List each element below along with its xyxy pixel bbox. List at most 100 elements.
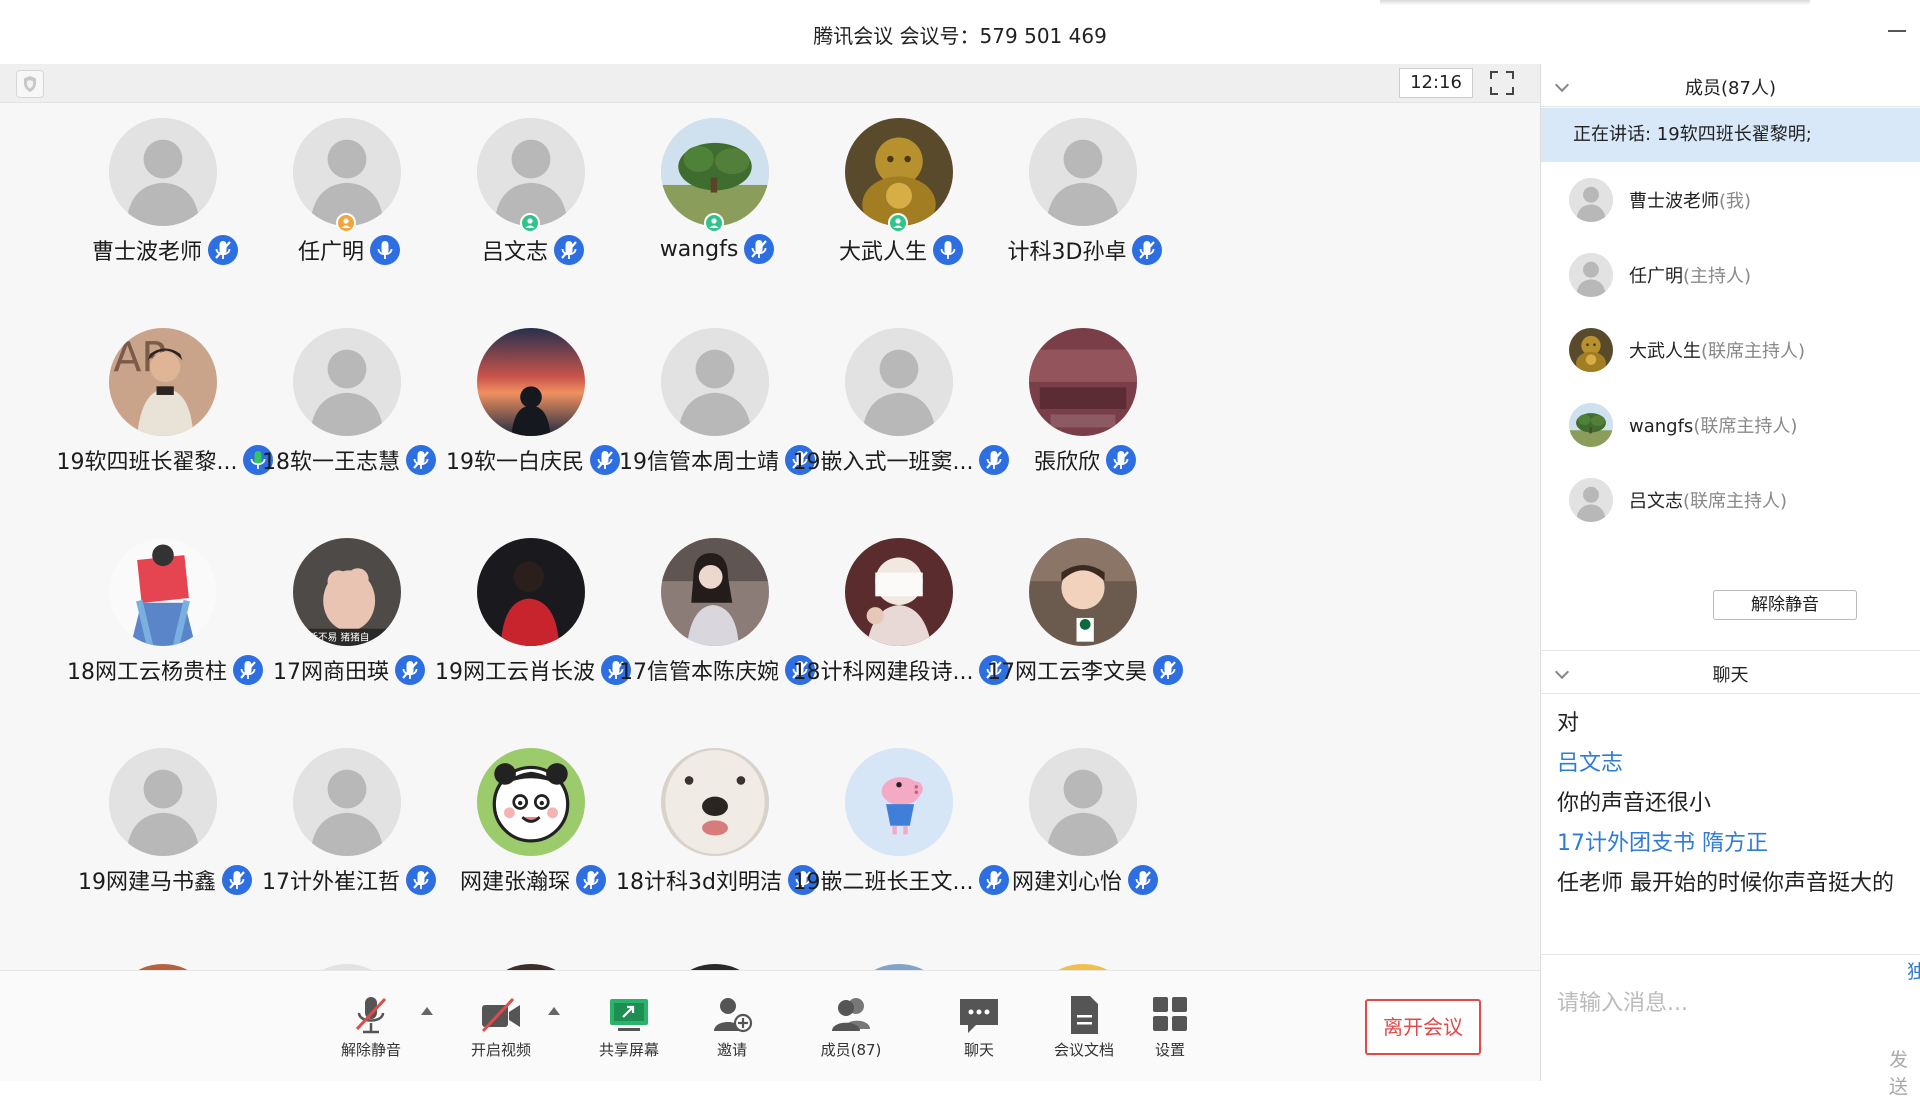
chat-label: 聊天: [963, 1041, 994, 1059]
participant-tile[interactable]: 張欣欣: [972, 312, 1198, 512]
audio-options-caret[interactable]: [421, 1007, 433, 1015]
avatar: [1569, 478, 1613, 522]
avatar: [845, 538, 953, 646]
participant-name: 18网工云杨贵柱: [67, 660, 227, 685]
invite-button[interactable]: 邀请: [687, 993, 777, 1063]
window-titlebar: 腾讯会议 会议号：579 501 469: [0, 0, 1920, 65]
mic-muted-icon: [1128, 865, 1158, 895]
member-name: 吕文志(联席主持人): [1629, 487, 1787, 513]
participant-name: 19嵌入式一班窦...: [792, 450, 974, 475]
cohost-badge-icon: [520, 213, 540, 233]
member-list-item[interactable]: wangfs(联席主持人): [1541, 387, 1920, 462]
participant-name-row: 17网工云李文昊: [972, 654, 1198, 686]
svg-text:活不易 猪猪自: 活不易 猪猪自: [308, 631, 369, 644]
start-video-label: 开启视频: [470, 1041, 531, 1059]
send-button[interactable]: 发送: [1889, 1045, 1920, 1099]
chat-input-placeholder[interactable]: 请输入消息...: [1557, 985, 1688, 1017]
participant-name: 19软四班长翟黎...: [56, 450, 238, 475]
avatar: AR: [109, 328, 217, 436]
participant-name: 网建张瀚琛: [459, 870, 570, 895]
fullscreen-icon[interactable]: [1488, 69, 1516, 97]
chat-icon: [960, 999, 998, 1033]
mic-muted-icon: [1132, 235, 1163, 265]
mic-muted-icon: [208, 235, 238, 265]
member-list-item[interactable]: 吕文志(联席主持人): [1541, 462, 1920, 537]
avatar: [477, 538, 585, 646]
meeting-toolbar: 解除静音 开启视频 共享屏幕 邀请 成员(87) 聊天 会议文档 设置 离开会议: [0, 970, 1541, 1081]
unmute-all-button[interactable]: 解除静音: [1713, 590, 1857, 620]
participant-name: 18软一王志慧: [262, 450, 400, 475]
member-name: 曹士波老师(我): [1629, 187, 1751, 213]
member-role: (我): [1719, 191, 1752, 212]
avatar: [293, 748, 401, 856]
avatar: [845, 328, 953, 436]
leave-meeting-button[interactable]: 离开会议: [1365, 999, 1481, 1055]
member-role: (主持人): [1683, 266, 1752, 287]
avatar: [845, 748, 953, 856]
avatar: [1569, 178, 1613, 222]
participant-name: 大武人生: [838, 240, 927, 265]
avatar: [109, 538, 217, 646]
members-title: 成员(87人): [1685, 78, 1776, 99]
avatar: [661, 538, 769, 646]
security-shield-icon[interactable]: [16, 70, 44, 98]
avatar: [1569, 253, 1613, 297]
host-badge-icon: [336, 213, 356, 233]
mic-muted-icon: [744, 234, 775, 264]
participant-name: 网建刘心怡: [1011, 870, 1122, 895]
share-screen-icon: [610, 999, 648, 1031]
avatar: [845, 118, 953, 226]
member-name: 任广明(主持人): [1629, 262, 1751, 288]
participant-name: 19信管本周士靖: [619, 450, 779, 475]
start-video-button[interactable]: 开启视频: [456, 993, 546, 1063]
cohost-badge-icon: [888, 213, 908, 233]
avatar: [477, 328, 585, 436]
avatar: [661, 748, 769, 856]
chat-message: 任老师 最开始的时候你声音挺大的: [1557, 871, 1894, 896]
chat-corner-label[interactable]: 独: [1907, 957, 1920, 984]
members-button[interactable]: 成员(87): [806, 993, 896, 1063]
member-role: (联席主持人): [1683, 491, 1788, 512]
participant-tile[interactable]: 17网工云李文昊: [972, 522, 1198, 722]
member-role: (联席主持人): [1701, 341, 1806, 362]
settings-button[interactable]: 设置: [1125, 993, 1215, 1063]
member-list-item[interactable]: 大武人生(联席主持人): [1541, 312, 1920, 387]
invite-label: 邀请: [716, 1041, 747, 1059]
cohost-badge-icon: [704, 213, 724, 233]
mic-muted-icon: [576, 865, 606, 895]
meeting-docs-button[interactable]: 会议文档: [1039, 993, 1129, 1063]
participant-tile[interactable]: 网建刘心怡: [972, 732, 1198, 932]
chat-title: 聊天: [1712, 665, 1749, 686]
meeting-clock: 12:16: [1399, 68, 1473, 98]
participant-tile[interactable]: 计科3D孙卓: [972, 102, 1198, 302]
minimize-button[interactable]: [1888, 30, 1906, 32]
unmute-button[interactable]: 解除静音: [326, 993, 416, 1063]
chat-sender-name[interactable]: 17计外团支书 隋方正: [1557, 824, 1917, 864]
members-header[interactable]: 成员(87人): [1541, 64, 1920, 107]
chat-input-area[interactable]: 独 请输入消息... 发送: [1541, 954, 1920, 1098]
avatar: [1569, 403, 1613, 447]
chat-button[interactable]: 聊天: [934, 993, 1024, 1063]
participant-name: 吕文志: [481, 240, 548, 265]
participant-name: 19网建马书鑫: [78, 870, 216, 895]
participant-name: 17网商田瑛: [273, 660, 389, 685]
avatar: [1569, 328, 1613, 372]
participant-name: 19软一白庆民: [446, 450, 584, 475]
avatar: [109, 748, 217, 856]
chat-sender-name[interactable]: 吕文志: [1557, 744, 1917, 784]
member-name: wangfs(联席主持人): [1629, 412, 1797, 438]
mic-muted-icon: [1106, 445, 1136, 475]
member-list-item[interactable]: 曹士波老师(我): [1541, 162, 1920, 237]
member-role: (联席主持人): [1693, 416, 1798, 437]
member-name-text: 曹士波老师: [1629, 191, 1719, 212]
chat-messages: 对吕文志 你的声音还很小 17计外团支书 隋方正 任老师 最开始的时候你声音挺大的: [1557, 704, 1917, 904]
meeting-docs-label: 会议文档: [1053, 1041, 1114, 1059]
share-screen-button[interactable]: 共享屏幕: [584, 993, 674, 1063]
mic-on-icon: [370, 235, 400, 265]
avatar: [477, 118, 585, 226]
video-options-caret[interactable]: [548, 1007, 560, 1015]
unmute-label: 解除静音: [340, 1041, 401, 1059]
member-list-item[interactable]: 任广明(主持人): [1541, 237, 1920, 312]
avatar: [477, 748, 585, 856]
chat-header[interactable]: 聊天: [1541, 650, 1920, 694]
